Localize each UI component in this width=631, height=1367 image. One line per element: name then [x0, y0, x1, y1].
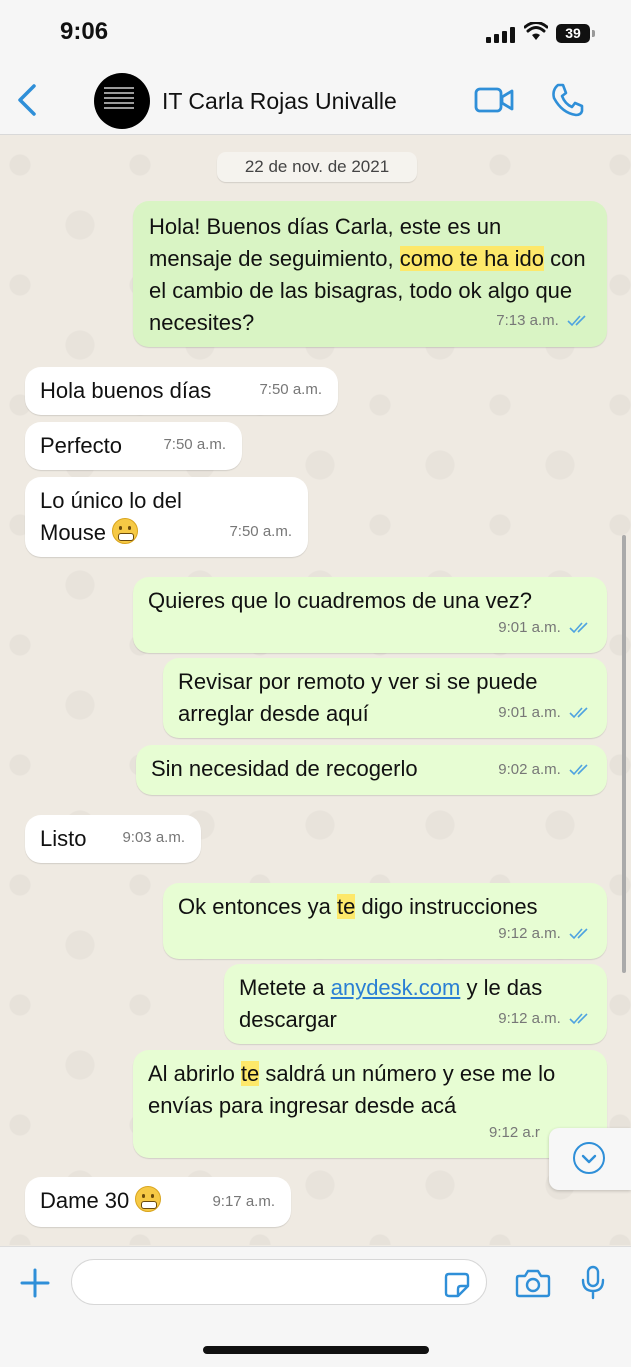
message-outgoing[interactable]: Revisar por remoto y ver si se puede arr…: [163, 658, 607, 738]
search-highlight: te: [336, 894, 356, 919]
anydesk-link[interactable]: anydesk.com: [331, 975, 461, 1000]
message-time: 7:50 a.m.: [163, 436, 226, 453]
plus-icon[interactable]: [19, 1267, 51, 1299]
camera-icon[interactable]: [515, 1268, 551, 1298]
message-time: 9:12 a.m.: [498, 1010, 561, 1027]
double-check-icon: [567, 315, 586, 327]
message-time: 9:12 a.m.: [498, 925, 561, 942]
message-text: Listo: [40, 826, 87, 851]
message-text: Quieres que lo cuadremos de una vez?: [148, 588, 533, 613]
message-text: Perfecto: [40, 433, 122, 458]
chat-header: IT Carla Rojas Univalle: [0, 70, 631, 135]
date-chip: 22 de nov. de 2021: [217, 152, 417, 182]
message-time: 7:50 a.m.: [229, 523, 292, 540]
double-check-icon: [569, 764, 588, 776]
message-outgoing[interactable]: Metete a anydesk.com y le das descargar …: [224, 964, 607, 1044]
chevron-left-icon[interactable]: [14, 82, 44, 118]
status-time: 9:06: [60, 18, 109, 45]
microphone-icon[interactable]: [580, 1265, 606, 1301]
message-text: Sin necesidad de recogerlo: [151, 756, 418, 781]
double-check-icon: [569, 1013, 588, 1025]
avatar[interactable]: [94, 73, 150, 129]
sticker-icon[interactable]: [443, 1271, 471, 1299]
grimacing-face-emoji-icon: [135, 1186, 162, 1212]
message-outgoing[interactable]: Quieres que lo cuadremos de una vez? 9:0…: [133, 577, 607, 653]
message-meta: 9:12 a.m.: [498, 918, 591, 950]
message-incoming[interactable]: Lo único lo del Mouse 7:50 a.m.: [25, 477, 308, 557]
double-check-icon: [569, 928, 588, 940]
message-time: 7:50 a.m.: [259, 381, 322, 398]
double-check-icon: [569, 707, 588, 719]
message-outgoing[interactable]: Al abrirlo te saldrá un número y ese me …: [133, 1050, 607, 1158]
phone-icon[interactable]: [550, 82, 584, 118]
message-input[interactable]: [71, 1259, 487, 1305]
message-time: 9:12 a.r: [489, 1124, 540, 1141]
grimacing-face-emoji-icon: [112, 518, 139, 544]
message-time: 9:01 a.m.: [498, 619, 561, 636]
message-meta: 7:13 a.m.: [496, 305, 589, 337]
message-text: Hola buenos días: [40, 378, 212, 403]
message-time: 7:13 a.m.: [496, 312, 559, 329]
message-meta: 9:01 a.m.: [498, 697, 591, 729]
message-incoming[interactable]: Listo 9:03 a.m.: [25, 815, 201, 863]
double-check-icon: [569, 622, 588, 634]
contact-name[interactable]: IT Carla Rojas Univalle: [162, 88, 397, 115]
message-time: 9:17 a.m.: [212, 1193, 275, 1210]
message-outgoing[interactable]: Hola! Buenos días Carla, este es un mens…: [133, 201, 607, 347]
message-incoming[interactable]: Hola buenos días 7:50 a.m.: [25, 367, 338, 415]
cellular-signal-icon: [486, 27, 516, 43]
message-meta: 9:12 a.m.: [498, 1003, 591, 1035]
video-camera-icon[interactable]: [473, 84, 515, 116]
chevron-down-circle-icon: [573, 1142, 605, 1174]
scrollbar[interactable]: [622, 535, 626, 973]
message-meta: 9:02 a.m.: [498, 754, 591, 786]
message-time: 9:03 a.m.: [122, 829, 185, 846]
chat-area[interactable]: 22 de nov. de 2021 Hola! Buenos días Car…: [0, 135, 631, 1245]
message-text: Al abrirlo te saldrá un número y ese me …: [148, 1061, 556, 1118]
scroll-to-bottom-button[interactable]: [549, 1128, 631, 1190]
battery-icon: 39: [556, 24, 595, 43]
status-bar: 9:06 39: [0, 0, 631, 70]
message-outgoing[interactable]: Ok entonces ya te digo instrucciones 9:1…: [163, 883, 607, 959]
message-meta: 9:12 a.r: [489, 1117, 540, 1149]
search-highlight: como te ha ido: [399, 246, 545, 271]
message-time: 9:01 a.m.: [498, 704, 561, 721]
message-time: 9:02 a.m.: [498, 761, 561, 778]
message-text: Lo único lo del Mouse: [40, 488, 182, 545]
search-highlight: te: [240, 1061, 260, 1086]
message-outgoing[interactable]: Sin necesidad de recogerlo 9:02 a.m.: [136, 745, 607, 795]
message-text: Dame 30: [40, 1188, 130, 1213]
wifi-icon: [524, 22, 548, 40]
message-meta: 9:01 a.m.: [498, 612, 591, 644]
message-incoming[interactable]: Perfecto 7:50 a.m.: [25, 422, 242, 470]
home-indicator: [203, 1346, 429, 1354]
message-incoming[interactable]: Dame 30 9:17 a.m.: [25, 1177, 291, 1227]
